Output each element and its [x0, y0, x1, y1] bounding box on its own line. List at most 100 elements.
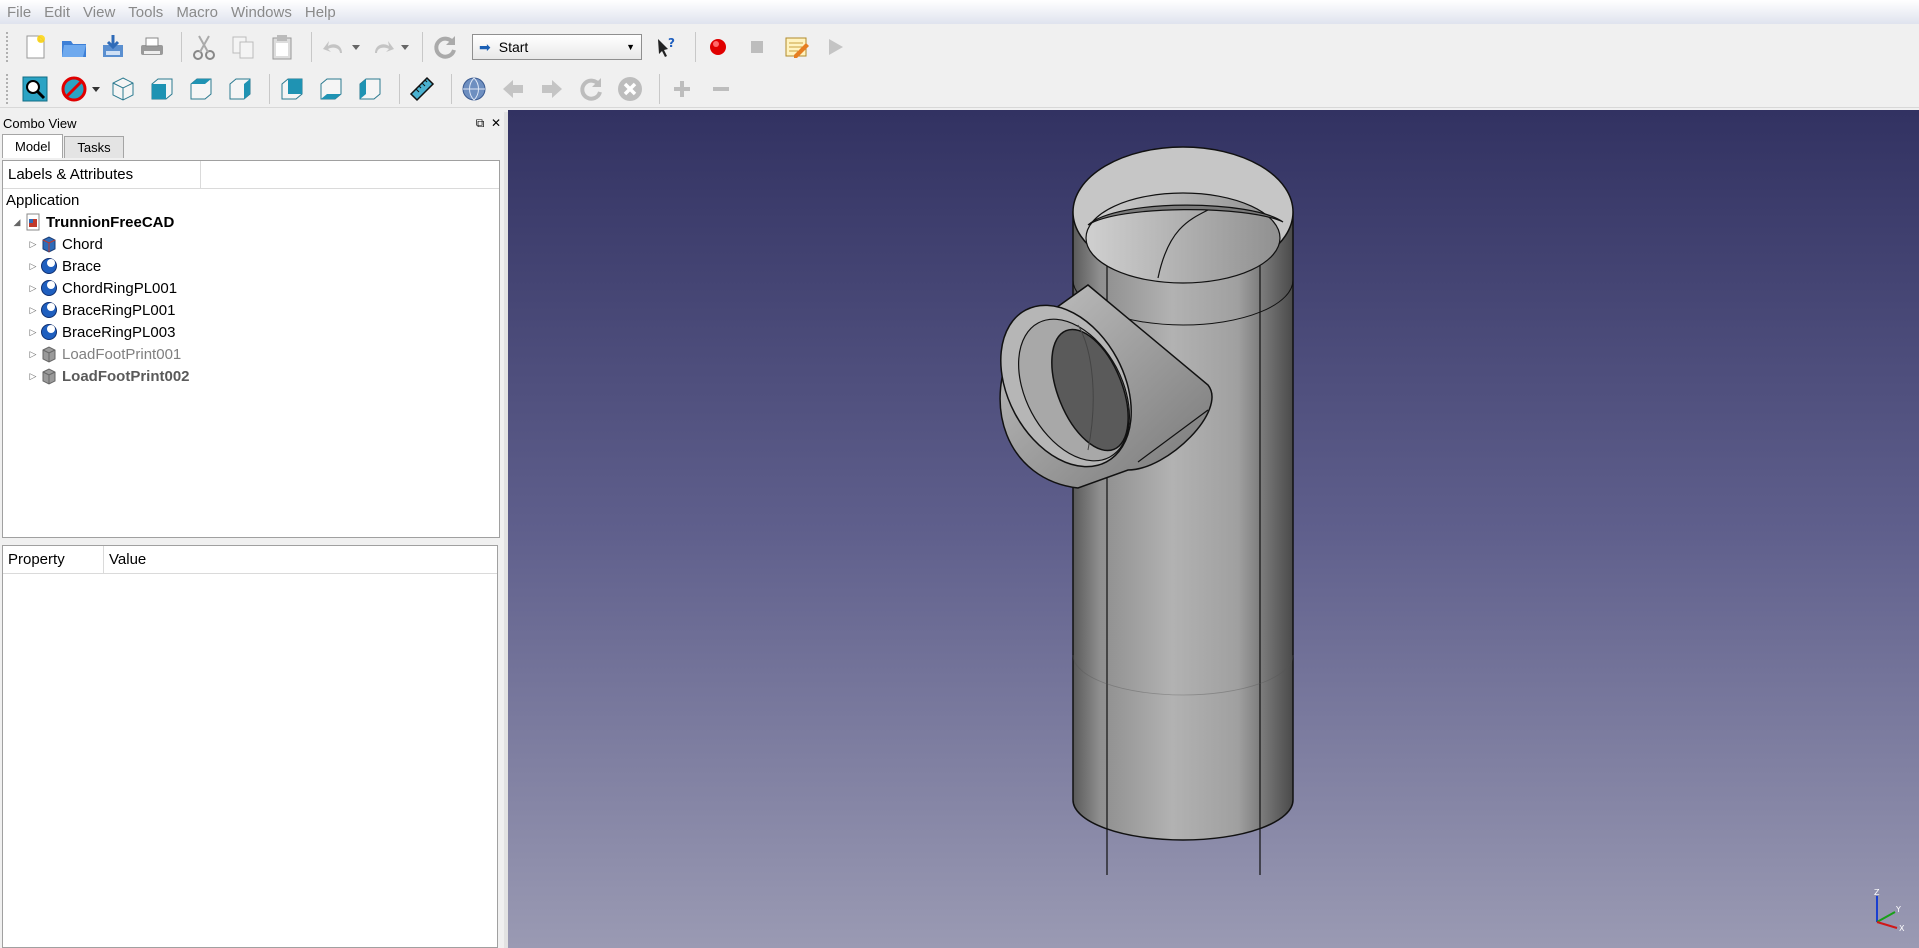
- property-view: Property Value: [2, 545, 498, 948]
- record-macro-icon[interactable]: [702, 30, 734, 64]
- forward-icon[interactable]: [536, 72, 568, 106]
- sphere-icon: [41, 302, 57, 318]
- tree-root-document[interactable]: ◢ TrunnionFreeCAD: [3, 211, 499, 233]
- back-icon[interactable]: [497, 72, 529, 106]
- menu-tools[interactable]: Tools: [123, 4, 171, 21]
- menu-edit[interactable]: Edit: [39, 4, 78, 21]
- draw-style-icon[interactable]: [58, 72, 90, 106]
- save-icon[interactable]: [97, 30, 129, 64]
- chevron-down-icon[interactable]: [400, 43, 410, 51]
- undo-icon[interactable]: [318, 30, 350, 64]
- tree-item-label: LoadFootPrint001: [62, 345, 182, 363]
- tree-item[interactable]: ▷ BraceRingPL001: [3, 299, 499, 321]
- fit-all-icon[interactable]: [19, 72, 51, 106]
- workbench-selector[interactable]: ➡ Start ▼: [472, 34, 642, 60]
- property-header: Property Value: [3, 546, 497, 574]
- zoom-in-icon[interactable]: [666, 72, 698, 106]
- zoom-out-icon[interactable]: [705, 72, 737, 106]
- menu-macro[interactable]: Macro: [171, 4, 226, 21]
- axis-navigator[interactable]: Z Y X: [1863, 888, 1907, 932]
- tab-model[interactable]: Model: [2, 134, 64, 158]
- part-solid-icon: [42, 236, 56, 253]
- chevron-down-icon: ▼: [626, 42, 635, 52]
- menu-view[interactable]: View: [78, 4, 123, 21]
- run-macro-icon[interactable]: [819, 30, 851, 64]
- axis-z-label: Z: [1874, 888, 1880, 897]
- toolbar-grip[interactable]: [6, 73, 11, 104]
- isometric-view-icon[interactable]: [107, 72, 139, 106]
- stop-icon[interactable]: [614, 72, 646, 106]
- web-icon[interactable]: [458, 72, 490, 106]
- cut-icon[interactable]: [188, 30, 220, 64]
- start-arrow-icon: ➡: [479, 38, 491, 55]
- expand-icon[interactable]: ▷: [26, 283, 40, 294]
- print-icon[interactable]: [136, 30, 168, 64]
- rear-view-icon[interactable]: [276, 72, 308, 106]
- toolbar-grip[interactable]: [6, 32, 11, 62]
- chevron-down-icon[interactable]: [351, 43, 361, 51]
- reload-icon[interactable]: [575, 72, 607, 106]
- expand-icon[interactable]: ▷: [26, 239, 40, 250]
- toolbar-separator: [181, 32, 182, 62]
- refresh-icon[interactable]: [429, 30, 461, 64]
- combo-tabs: Model Tasks: [0, 134, 504, 158]
- toolbar-separator: [451, 73, 452, 104]
- tree-application: Application: [3, 189, 499, 211]
- front-view-icon[interactable]: [146, 72, 178, 106]
- redo-icon[interactable]: [367, 30, 399, 64]
- gray-solid-icon: [42, 368, 56, 385]
- tab-tasks[interactable]: Tasks: [64, 136, 124, 158]
- expand-icon[interactable]: ▷: [26, 349, 40, 360]
- paste-icon[interactable]: [266, 30, 298, 64]
- expand-icon[interactable]: ▷: [26, 305, 40, 316]
- toolbar-separator: [422, 32, 423, 62]
- combo-view: Combo View ⧉ ✕ Model Tasks Labels & Attr…: [0, 112, 504, 948]
- tree-item-label: Chord: [62, 235, 103, 253]
- menu-windows[interactable]: Windows: [226, 4, 300, 21]
- tree-item[interactable]: ▷ LoadFootPrint002: [3, 365, 499, 387]
- tree-item-label: BraceRingPL001: [62, 301, 176, 319]
- sphere-icon: [41, 280, 57, 296]
- sphere-icon: [41, 324, 57, 340]
- right-view-icon[interactable]: [224, 72, 256, 106]
- float-panel-icon[interactable]: ⧉: [472, 116, 488, 131]
- collapse-icon[interactable]: ◢: [10, 217, 24, 228]
- copy-icon[interactable]: [227, 30, 259, 64]
- tree-header-labels[interactable]: Labels & Attributes: [3, 161, 201, 188]
- combo-view-title: Combo View: [3, 115, 77, 131]
- tree-item[interactable]: ▷ BraceRingPL003: [3, 321, 499, 343]
- stop-macro-icon[interactable]: [741, 30, 773, 64]
- workbench-selector-label: Start: [498, 39, 529, 55]
- left-view-icon[interactable]: [354, 72, 386, 106]
- model-tree: Labels & Attributes Application ◢ Trunni…: [2, 160, 500, 538]
- expand-icon[interactable]: ▷: [26, 371, 40, 382]
- gray-solid-icon: [42, 346, 56, 363]
- tree-item[interactable]: ▷ ChordRingPL001: [3, 277, 499, 299]
- open-folder-icon[interactable]: [58, 30, 90, 64]
- 3d-viewport[interactable]: Z Y X: [508, 110, 1919, 948]
- tree-item[interactable]: ▷ Brace: [3, 255, 499, 277]
- menu-file[interactable]: File: [2, 4, 39, 21]
- document-icon: [26, 213, 40, 231]
- property-column-header[interactable]: Property: [3, 546, 104, 573]
- value-column-header[interactable]: Value: [104, 546, 146, 573]
- expand-icon[interactable]: ▷: [26, 327, 40, 338]
- tree-header: Labels & Attributes: [3, 161, 499, 189]
- new-document-icon[interactable]: [19, 30, 51, 64]
- top-view-icon[interactable]: [185, 72, 217, 106]
- menu-help[interactable]: Help: [300, 4, 344, 21]
- expand-icon[interactable]: ▷: [26, 261, 40, 272]
- tree-item[interactable]: ▷ Chord: [3, 233, 499, 255]
- bottom-view-icon[interactable]: [315, 72, 347, 106]
- edit-macro-icon[interactable]: [780, 30, 812, 64]
- tree-item-label: Brace: [62, 257, 102, 275]
- svg-text:?: ?: [668, 36, 675, 50]
- axis-x-label: X: [1899, 924, 1905, 932]
- measure-icon[interactable]: [406, 72, 438, 106]
- trunnion-model[interactable]: [508, 110, 1919, 948]
- chevron-down-icon[interactable]: [91, 85, 101, 93]
- tree-item[interactable]: ▷ LoadFootPrint001: [3, 343, 499, 365]
- close-icon[interactable]: ✕: [488, 116, 504, 130]
- tree-item-label: ChordRingPL001: [62, 279, 178, 297]
- whats-this-icon[interactable]: ?: [650, 30, 682, 64]
